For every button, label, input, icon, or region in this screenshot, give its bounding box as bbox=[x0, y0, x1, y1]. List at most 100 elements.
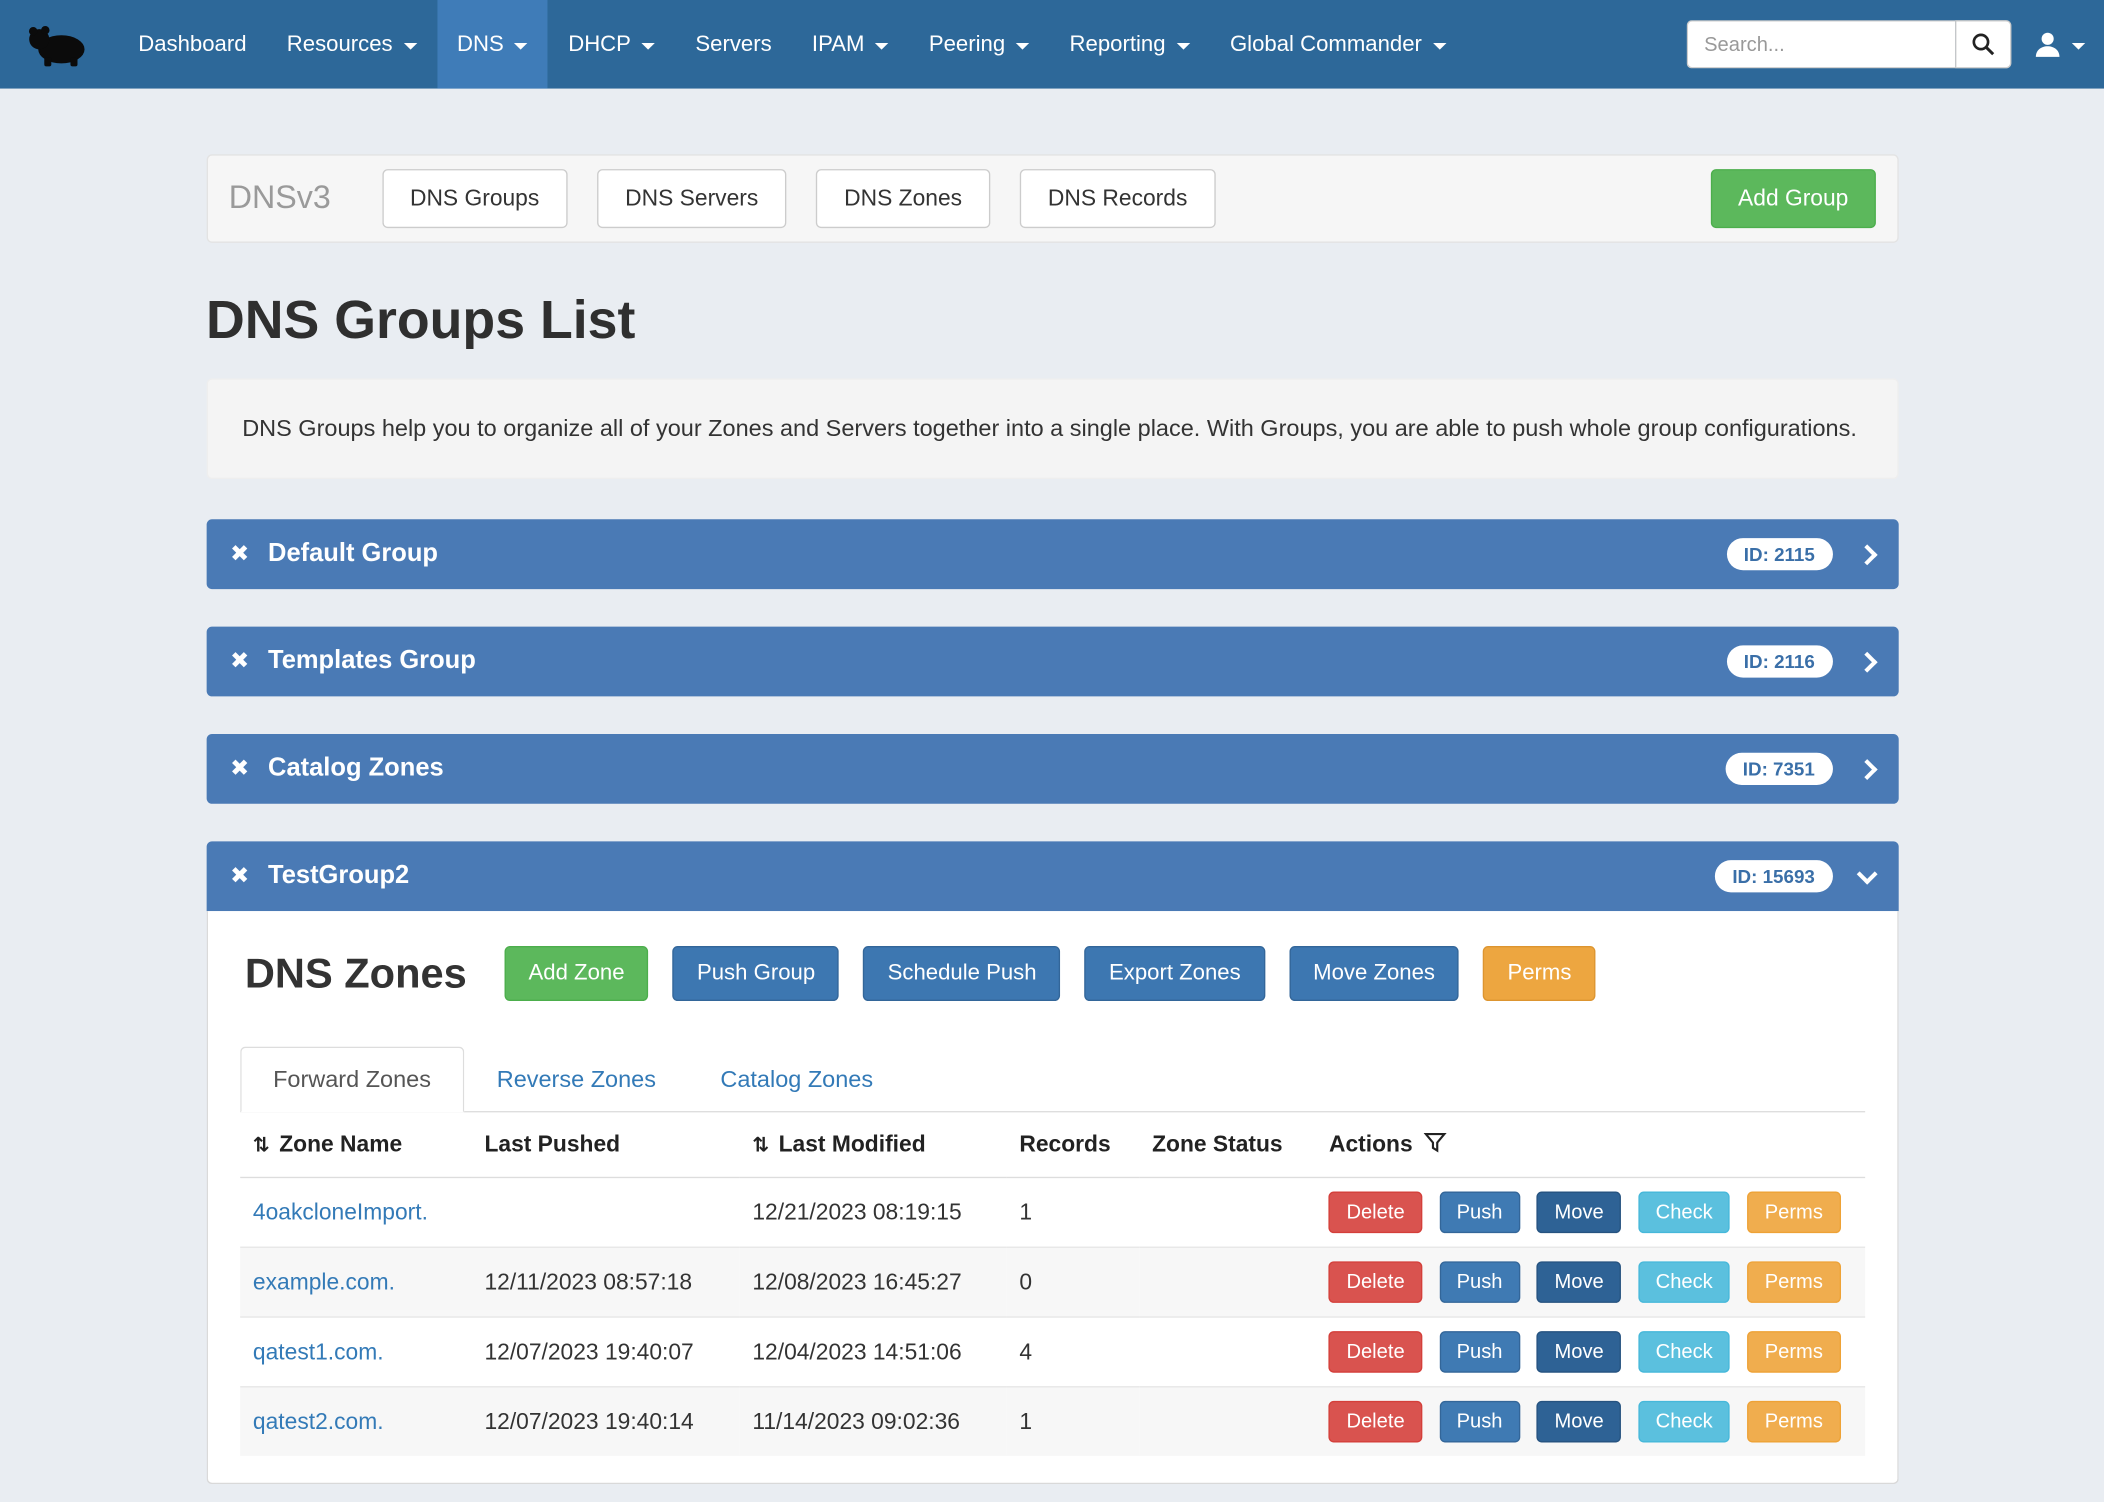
chevron-right-icon[interactable] bbox=[1856, 651, 1877, 672]
dns-servers-button[interactable]: DNS Servers bbox=[597, 169, 786, 228]
check-button[interactable]: Check bbox=[1638, 1331, 1730, 1373]
nav-label: Servers bbox=[695, 32, 771, 57]
chevron-right-icon[interactable] bbox=[1856, 759, 1877, 780]
nav-global-commander[interactable]: Global Commander bbox=[1210, 0, 1466, 89]
header-label: Last Modified bbox=[779, 1131, 926, 1156]
last-modified-cell: 12/21/2023 08:19:15 bbox=[739, 1178, 1006, 1248]
nav-reporting[interactable]: Reporting bbox=[1049, 0, 1209, 89]
chevron-down-icon bbox=[403, 42, 416, 49]
group-id-badge: ID: 2116 bbox=[1726, 646, 1832, 678]
nav-ipam[interactable]: IPAM bbox=[792, 0, 909, 89]
actions-cell: Delete Push Move Check Perms bbox=[1316, 1387, 1865, 1456]
chevron-down-icon[interactable] bbox=[1856, 863, 1877, 884]
last-pushed-cell: 12/07/2023 19:40:07 bbox=[471, 1317, 739, 1387]
actions-cell: Delete Push Move Check Perms bbox=[1316, 1178, 1865, 1248]
group-bar-default-group[interactable]: ✖ Default Group ID: 2115 bbox=[206, 519, 1898, 589]
dnsv3-label: DNSv3 bbox=[229, 180, 331, 218]
table-header-row: ⇅Zone Name Last Pushed ⇅Last Modified Re… bbox=[240, 1113, 1865, 1178]
top-navbar: Dashboard Resources DNS DHCP Servers IPA… bbox=[0, 0, 2104, 89]
zone-status-cell bbox=[1139, 1178, 1316, 1248]
table-row: example.com. 12/11/2023 08:57:18 12/08/2… bbox=[240, 1247, 1865, 1317]
group-name: Templates Group bbox=[268, 647, 476, 677]
chevron-right-icon[interactable] bbox=[1856, 544, 1877, 565]
zone-link[interactable]: example.com. bbox=[253, 1269, 395, 1294]
header-label: Zone Name bbox=[279, 1131, 402, 1156]
group-bar-catalog-zones[interactable]: ✖ Catalog Zones ID: 7351 bbox=[206, 734, 1898, 804]
search-input[interactable] bbox=[1687, 20, 1955, 68]
table-row: qatest1.com. 12/07/2023 19:40:07 12/04/2… bbox=[240, 1317, 1865, 1387]
schedule-push-button[interactable]: Schedule Push bbox=[863, 946, 1060, 1001]
delete-group-icon[interactable]: ✖ bbox=[230, 541, 249, 568]
delete-button[interactable]: Delete bbox=[1329, 1401, 1422, 1443]
nav-dashboard[interactable]: Dashboard bbox=[118, 0, 267, 89]
delete-group-icon[interactable]: ✖ bbox=[230, 756, 249, 783]
push-group-button[interactable]: Push Group bbox=[673, 946, 839, 1001]
header-label: Records bbox=[1019, 1131, 1110, 1156]
user-menu[interactable] bbox=[2033, 30, 2085, 60]
nav-label: Peering bbox=[929, 32, 1005, 57]
tab-reverse-zones[interactable]: Reverse Zones bbox=[465, 1048, 689, 1111]
check-button[interactable]: Check bbox=[1638, 1401, 1730, 1443]
perms-button[interactable]: Perms bbox=[1747, 1401, 1840, 1443]
move-button[interactable]: Move bbox=[1537, 1192, 1621, 1234]
zone-tabs: Forward Zones Reverse Zones Catalog Zone… bbox=[240, 1047, 1865, 1113]
dns-records-button[interactable]: DNS Records bbox=[1020, 169, 1216, 228]
zone-link[interactable]: 4oakcloneImport. bbox=[253, 1199, 428, 1224]
header-zone-status: Zone Status bbox=[1139, 1113, 1316, 1178]
delete-group-icon[interactable]: ✖ bbox=[230, 648, 249, 675]
group-id-badge: ID: 15693 bbox=[1715, 860, 1832, 892]
zone-status-cell bbox=[1139, 1317, 1316, 1387]
push-button[interactable]: Push bbox=[1439, 1331, 1520, 1373]
chevron-down-icon bbox=[1016, 42, 1029, 49]
add-zone-button[interactable]: Add Zone bbox=[504, 946, 648, 1001]
group-bar-testgroup2[interactable]: ✖ TestGroup2 ID: 15693 bbox=[206, 842, 1898, 912]
perms-button[interactable]: Perms bbox=[1747, 1331, 1840, 1373]
search-button[interactable] bbox=[1955, 20, 2011, 68]
delete-button[interactable]: Delete bbox=[1329, 1331, 1422, 1373]
sort-icon[interactable]: ⇅ bbox=[253, 1133, 270, 1157]
dns-zones-button[interactable]: DNS Zones bbox=[816, 169, 990, 228]
add-group-button[interactable]: Add Group bbox=[1711, 169, 1875, 228]
nav-dhcp[interactable]: DHCP bbox=[548, 0, 675, 89]
last-pushed-cell bbox=[471, 1178, 739, 1248]
delete-button[interactable]: Delete bbox=[1329, 1261, 1422, 1303]
page-description: DNS Groups help you to organize all of y… bbox=[206, 378, 1898, 479]
table-row: qatest2.com. 12/07/2023 19:40:14 11/14/2… bbox=[240, 1387, 1865, 1456]
move-button[interactable]: Move bbox=[1537, 1401, 1621, 1443]
zone-link[interactable]: qatest2.com. bbox=[253, 1408, 384, 1433]
zone-name-cell: 4oakcloneImport. bbox=[240, 1178, 472, 1248]
export-zones-button[interactable]: Export Zones bbox=[1085, 946, 1265, 1001]
move-zones-button[interactable]: Move Zones bbox=[1289, 946, 1459, 1001]
perms-button[interactable]: Perms bbox=[1747, 1261, 1840, 1303]
nav-peering[interactable]: Peering bbox=[909, 0, 1050, 89]
nav-servers[interactable]: Servers bbox=[675, 0, 792, 89]
push-button[interactable]: Push bbox=[1439, 1401, 1520, 1443]
delete-group-icon[interactable]: ✖ bbox=[230, 863, 249, 890]
push-button[interactable]: Push bbox=[1439, 1261, 1520, 1303]
nav-resources[interactable]: Resources bbox=[267, 0, 437, 89]
perms-button[interactable]: Perms bbox=[1483, 946, 1595, 1001]
table-row: 4oakcloneImport. 12/21/2023 08:19:15 1 D… bbox=[240, 1178, 1865, 1248]
last-modified-cell: 12/08/2023 16:45:27 bbox=[739, 1247, 1006, 1317]
filter-icon[interactable] bbox=[1423, 1131, 1446, 1154]
move-button[interactable]: Move bbox=[1537, 1261, 1621, 1303]
zone-link[interactable]: qatest1.com. bbox=[253, 1339, 384, 1364]
nav-items: Dashboard Resources DNS DHCP Servers IPA… bbox=[118, 0, 1466, 89]
perms-button[interactable]: Perms bbox=[1747, 1192, 1840, 1234]
move-button[interactable]: Move bbox=[1537, 1331, 1621, 1373]
group-bar-templates-group[interactable]: ✖ Templates Group ID: 2116 bbox=[206, 627, 1898, 697]
check-button[interactable]: Check bbox=[1638, 1192, 1730, 1234]
dns-groups-button[interactable]: DNS Groups bbox=[382, 169, 568, 228]
zone-name-cell: qatest2.com. bbox=[240, 1387, 472, 1456]
tab-catalog-zones[interactable]: Catalog Zones bbox=[688, 1048, 905, 1111]
zones-title: DNS Zones bbox=[245, 950, 467, 998]
check-button[interactable]: Check bbox=[1638, 1261, 1730, 1303]
tab-forward-zones[interactable]: Forward Zones bbox=[240, 1047, 465, 1113]
delete-button[interactable]: Delete bbox=[1329, 1192, 1422, 1234]
chevron-down-icon bbox=[2072, 42, 2085, 49]
group-block: ✖ Default Group ID: 2115 bbox=[206, 519, 1898, 589]
sort-icon[interactable]: ⇅ bbox=[752, 1133, 769, 1157]
nav-dns[interactable]: DNS bbox=[437, 0, 548, 89]
bear-logo[interactable] bbox=[13, 0, 99, 89]
push-button[interactable]: Push bbox=[1439, 1192, 1520, 1234]
